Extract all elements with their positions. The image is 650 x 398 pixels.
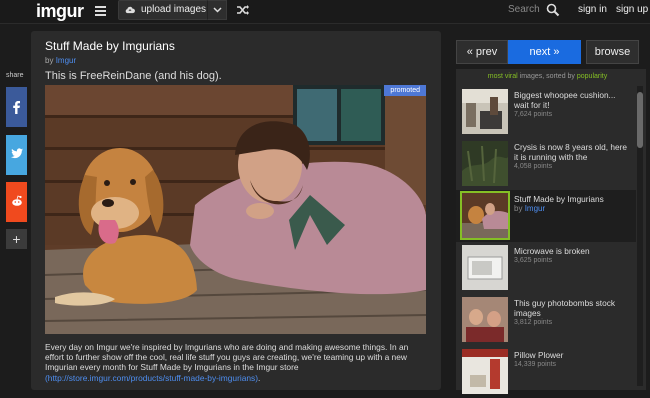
upload-images-label: upload images (141, 4, 207, 15)
plus-icon: + (12, 231, 21, 247)
list-item[interactable]: Biggest whoopee cushion... wait for it! … (456, 86, 636, 138)
sort-order-link[interactable]: popularity (577, 73, 607, 80)
caption-end: . (258, 372, 261, 383)
menu-icon[interactable] (95, 6, 106, 16)
more-share-button[interactable]: + (6, 229, 27, 249)
twitter-icon (11, 148, 23, 159)
item-points: 7,624 points (514, 111, 553, 118)
item-author-link[interactable]: Imgur (525, 204, 545, 213)
sidebar-header: most viral images, sorted by popularity (456, 73, 639, 80)
shuffle-icon[interactable] (236, 4, 250, 16)
search-icon[interactable] (546, 3, 560, 17)
next-button[interactable]: next » (508, 40, 581, 64)
item-points: 14,339 points (514, 361, 557, 368)
list-item[interactable]: This guy photobombs stock images 3,812 p… (456, 294, 636, 346)
top-bar: imgur upload images Search sign in sign … (0, 0, 650, 24)
reddit-share-button[interactable] (6, 182, 27, 222)
prev-button[interactable]: « prev (456, 40, 508, 64)
post-panel: Stuff Made by Imgurians by Imgur This is… (31, 31, 441, 390)
reddit-icon (12, 195, 22, 206)
post-navigation: « prev next » browse (456, 40, 639, 64)
sort-category-link[interactable]: most viral (488, 73, 518, 80)
facebook-icon (13, 101, 20, 114)
upload-dropdown-button[interactable] (207, 0, 227, 20)
facebook-share-button[interactable] (6, 87, 27, 127)
viral-sidebar: most viral images, sorted by popularity … (456, 69, 646, 394)
thumbnail (462, 141, 508, 186)
scrollbar-thumb[interactable] (637, 92, 643, 148)
twitter-share-button[interactable] (6, 135, 27, 175)
chevron-down-icon (213, 7, 222, 13)
item-title: Crysis is now 8 years old, here it is ru… (514, 142, 627, 162)
promoted-badge: promoted (384, 85, 426, 96)
item-title: Biggest whoopee cushion... wait for it! (514, 90, 616, 110)
sidebar-scrollbar[interactable] (637, 86, 643, 386)
cloud-upload-icon (125, 6, 135, 14)
search-input[interactable]: Search (508, 4, 540, 15)
item-points: 4,058 points (514, 163, 553, 170)
item-title: Pillow Plower (514, 350, 564, 360)
sign-up-link[interactable]: sign up (616, 4, 648, 15)
byline-prefix: by (514, 204, 523, 213)
man-and-dog-photo (45, 85, 426, 334)
list-item[interactable]: Microwave is broken 3,625 points (456, 242, 636, 294)
item-title: Microwave is broken (514, 246, 590, 256)
post-title: Stuff Made by Imgurians (45, 39, 175, 53)
item-points: 3,625 points (514, 257, 553, 264)
thumbnail (462, 349, 508, 394)
thumbnail (462, 297, 508, 342)
share-label: share (6, 72, 24, 79)
caption-text: Every day on Imgur we're inspired by Img… (45, 342, 409, 373)
item-points: 3,812 points (514, 319, 553, 326)
post-author-link[interactable]: Imgur (56, 56, 76, 65)
sign-in-link[interactable]: sign in (578, 4, 607, 15)
list-item-active[interactable]: Stuff Made by Imgurians by Imgur (456, 190, 636, 242)
item-title: Stuff Made by Imgurians (514, 194, 604, 204)
item-byline: by Imgur (514, 204, 545, 213)
upload-images-button[interactable]: upload images (118, 0, 208, 20)
post-byline: by Imgur (45, 56, 76, 65)
imgur-logo[interactable]: imgur (36, 1, 84, 22)
browse-button[interactable]: browse (586, 40, 639, 64)
caption-store-link[interactable]: (http://store.imgur.com/products/stuff-m… (45, 373, 258, 383)
sidebar-header-text: images, sorted by (519, 73, 575, 80)
list-item[interactable]: Crysis is now 8 years old, here it is ru… (456, 138, 636, 190)
post-description: This is FreeReinDane (and his dog). (45, 70, 222, 82)
list-item[interactable]: Pillow Plower 14,339 points (456, 346, 636, 398)
byline-prefix: by (45, 56, 54, 65)
thumbnail (462, 89, 508, 134)
item-title: This guy photobombs stock images (514, 298, 615, 318)
post-image[interactable]: promoted (45, 85, 426, 334)
thumbnail (462, 245, 508, 290)
post-caption: Every day on Imgur we're inspired by Img… (45, 342, 426, 383)
thumbnail (460, 191, 510, 240)
